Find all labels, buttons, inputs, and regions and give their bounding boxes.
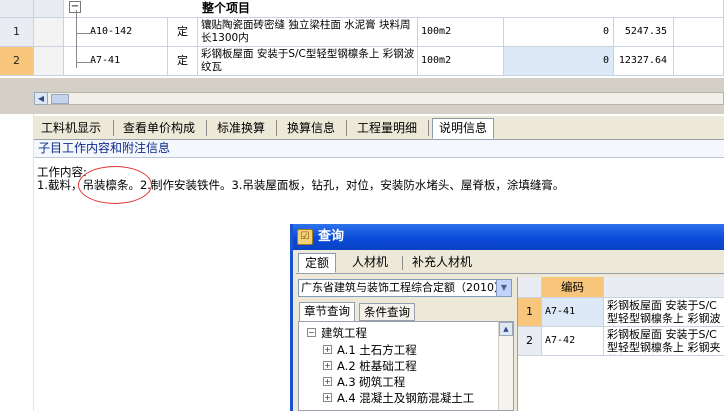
column-header-name[interactable] [604, 277, 724, 298]
query-dialog: ☑ 查询 定额 人材机 补充人材机 广东省建筑与装饰工程综合定额（2010） ▼… [290, 224, 724, 411]
group-row[interactable]: 整个项目 [64, 0, 724, 18]
dialog-tab-strip: 定额 人材机 补充人材机 [296, 252, 724, 274]
type-cell[interactable]: 定 [168, 18, 198, 47]
app-icon: ☑ [297, 229, 313, 245]
row-number[interactable]: 2 [518, 327, 542, 356]
quantity-cell[interactable]: 0 [504, 18, 614, 47]
dialog-title-bar[interactable]: ☑ 查询 [293, 224, 724, 250]
tab-quota[interactable]: 定额 [298, 253, 337, 273]
expand-icon[interactable]: + [323, 361, 332, 370]
tab-unit-price-composition[interactable]: 查看单价构成 [116, 118, 202, 139]
expand-icon[interactable]: + [323, 393, 332, 402]
empty-cell[interactable] [674, 18, 724, 47]
quota-name-cell[interactable]: 镶贴陶瓷面砖密缝 独立梁柱面 水泥膏 块料周长1300内 [198, 18, 418, 47]
row-indent-cell [34, 47, 64, 76]
tree-node-label: A.2 桩基础工程 [337, 359, 417, 373]
chapter-tree[interactable]: − 建筑工程 + A.1 土石方工程 + A.2 桩基础工程 + A.3 砌筑工… [298, 321, 514, 411]
annotation-circle [78, 166, 152, 204]
tab-supplementary-materials[interactable]: 补充人材机 [406, 253, 478, 273]
results-header-blank [518, 277, 542, 298]
scroll-up-icon[interactable]: ▲ [499, 322, 513, 336]
detail-tab-strip: 工料机显示 查看单价构成 标准换算 换算信息 工程量明细 说明信息 [34, 116, 724, 140]
chapter-pane: 广东省建筑与装饰工程综合定额（2010） ▼ 章节查询 条件查询 − 建筑工程 … [296, 277, 514, 411]
row-header-blank [0, 0, 34, 18]
info-section-header: 子目工作内容和附注信息 [34, 140, 724, 158]
row-indent-cell [34, 18, 64, 47]
row-number[interactable]: 2 [0, 47, 34, 76]
scroll-thumb[interactable] [51, 94, 69, 104]
group-row-title: 整个项目 [202, 1, 251, 15]
tree-line [77, 62, 93, 63]
empty-cell[interactable] [674, 47, 724, 76]
type-cell[interactable]: 定 [168, 47, 198, 76]
tree-line [77, 33, 93, 34]
result-name-cell[interactable]: 彩钢板屋面 安装于S/C型轻型钢檩条上 彩钢波纹瓦 [604, 298, 724, 327]
tab-quantity-details[interactable]: 工程量明细 [350, 118, 424, 139]
chevron-down-icon[interactable]: ▼ [496, 280, 511, 296]
tab-divider [113, 120, 114, 136]
tab-divider [276, 120, 277, 136]
tab-description-info[interactable]: 说明信息 [432, 118, 495, 139]
expand-icon[interactable]: + [323, 345, 332, 354]
horizontal-scrollbar[interactable]: ◀ [34, 92, 724, 105]
tab-divider [346, 120, 347, 136]
quantity-cell[interactable]: 0 [504, 47, 614, 76]
tab-labor-material-machine[interactable]: 人材机 [346, 253, 394, 273]
scroll-left-icon[interactable]: ◀ [34, 92, 48, 105]
tree-node-label: A.3 砌筑工程 [337, 375, 406, 389]
quota-library-select[interactable]: 广东省建筑与装饰工程综合定额（2010） ▼ [298, 279, 512, 297]
column-header-code[interactable]: 编码 [542, 277, 604, 298]
quota-name-cell[interactable]: 彩钢板屋面 安装于S/C型轻型钢檩条上 彩钢波纹瓦 [198, 47, 418, 76]
result-code-cell[interactable]: A7-42 [542, 327, 604, 356]
result-code-cell[interactable]: A7-41 [542, 298, 604, 327]
result-name-cell[interactable]: 彩钢板屋面 安装于S/C型轻型钢檩条上 彩钢夹芯板 [604, 327, 724, 356]
tab-conversion-info[interactable]: 换算信息 [280, 118, 342, 139]
expand-icon[interactable]: + [323, 377, 332, 386]
unit-cell[interactable]: 100m2 [418, 18, 504, 47]
tab-standard-conversion[interactable]: 标准换算 [210, 118, 272, 139]
unit-cell[interactable]: 100m2 [418, 47, 504, 76]
quota-grid: 整个项目 − 1 A10-142 定 镶贴陶瓷面砖密缝 独立梁柱面 水泥膏 块料… [0, 0, 724, 78]
results-grid: 编码 1 A7-41 彩钢板屋面 安装于S/C型轻型钢檩条上 彩钢波纹瓦 2 A… [517, 277, 724, 411]
tab-divider [428, 120, 429, 136]
tree-line [76, 10, 77, 68]
tab-divider [402, 256, 403, 270]
tab-condition-query[interactable]: 条件查询 [359, 303, 415, 321]
row-number[interactable]: 1 [518, 298, 542, 327]
row-header-blank [34, 0, 64, 18]
tab-chapter-query[interactable]: 章节查询 [299, 302, 355, 322]
left-margin-strip [0, 114, 34, 411]
tab-divider [206, 120, 207, 136]
price-cell[interactable]: 12327.64 [614, 47, 674, 76]
row-number[interactable]: 1 [0, 18, 34, 47]
tree-node-label: A.4 混凝土及钢筋混凝土工 [337, 391, 475, 405]
collapse-toggle-icon[interactable]: − [69, 1, 81, 13]
vertical-scrollbar[interactable]: ▲ [498, 322, 513, 410]
tab-labor-material-machine[interactable]: 工料机显示 [34, 118, 108, 139]
tree-node-label: 建筑工程 [321, 326, 367, 340]
dialog-title: 查询 [318, 229, 345, 244]
collapse-icon[interactable]: − [307, 328, 316, 337]
quota-library-value: 广东省建筑与装饰工程综合定额（2010） [301, 281, 505, 294]
price-cell[interactable]: 5247.35 [614, 18, 674, 47]
tree-node-label: A.1 土石方工程 [337, 343, 417, 357]
